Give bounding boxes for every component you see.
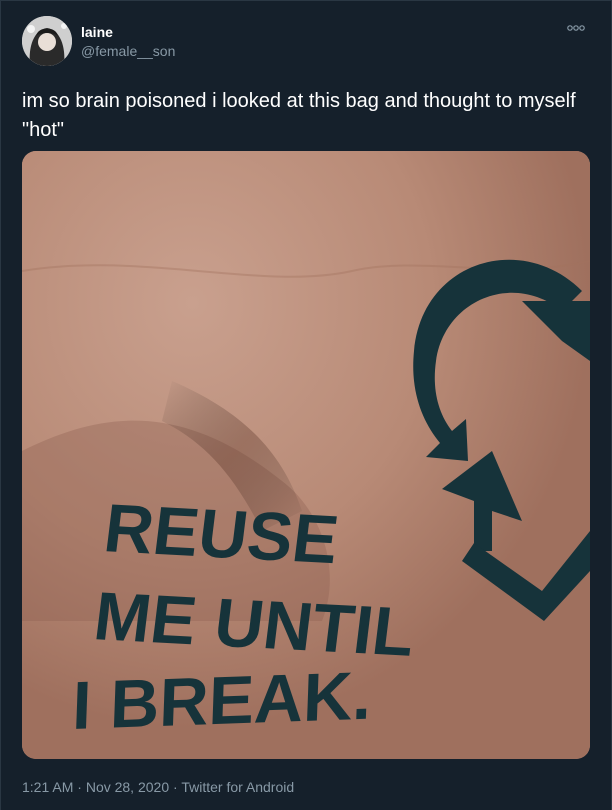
avatar[interactable] bbox=[22, 16, 72, 66]
display-name[interactable]: laine bbox=[81, 24, 113, 40]
tweet-meta: 1:21 AM · Nov 28, 2020 · Twitter for And… bbox=[22, 779, 294, 795]
bag-text-line3: I BREAK. bbox=[71, 658, 373, 744]
bag-text-line1: REUSE bbox=[100, 490, 342, 578]
divider bbox=[1, 0, 611, 1]
user-handle[interactable]: @female__son bbox=[81, 43, 175, 59]
avatar-image bbox=[22, 16, 72, 66]
more-icon[interactable] bbox=[565, 23, 587, 33]
separator: · bbox=[73, 779, 86, 795]
bag-photo: REUSE ME UNTIL I BREAK. bbox=[22, 151, 590, 759]
tweet-text: im so brain poisoned i looked at this ba… bbox=[22, 90, 576, 141]
tweet-media-image[interactable]: REUSE ME UNTIL I BREAK. bbox=[22, 151, 590, 759]
tweet-card: laine @female__son im so brain poisoned … bbox=[0, 0, 612, 810]
tweet-source[interactable]: Twitter for Android bbox=[181, 779, 294, 795]
separator: · bbox=[169, 779, 182, 795]
tweet-time[interactable]: 1:21 AM bbox=[22, 779, 73, 795]
tweet-date[interactable]: Nov 28, 2020 bbox=[86, 779, 169, 795]
